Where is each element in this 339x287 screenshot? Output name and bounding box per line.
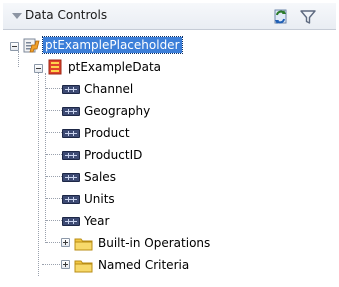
- tree-attribute-product[interactable]: Product: [62, 122, 130, 144]
- tree-folder-named-criteria[interactable]: Named Criteria: [74, 254, 189, 276]
- tree-collection-label: ptExampleData: [68, 60, 162, 74]
- expand-toggle-named-criteria[interactable]: [61, 260, 70, 269]
- collapse-toggle-collection[interactable]: [34, 64, 43, 73]
- collection-icon: [48, 59, 62, 75]
- refresh-button[interactable]: [270, 7, 290, 27]
- tree-connector: [46, 242, 62, 243]
- attribute-icon: [62, 172, 80, 182]
- attribute-icon: [62, 84, 80, 94]
- tree-collection-node[interactable]: ptExampleData: [48, 56, 161, 78]
- attribute-label: Sales: [84, 170, 116, 184]
- refresh-icon: [274, 9, 287, 24]
- attribute-label: Units: [84, 192, 115, 206]
- panel-header: Data Controls: [0, 0, 339, 33]
- tree-folder-builtin-operations[interactable]: Built-in Operations: [74, 232, 210, 254]
- tree-connector: [46, 176, 62, 177]
- tree-root-node[interactable]: ptExamplePlaceholder: [22, 34, 183, 56]
- attribute-icon: [62, 194, 80, 204]
- attribute-label: Channel: [84, 82, 134, 96]
- attribute-label: ProductID: [84, 148, 143, 162]
- folder-label: Named Criteria: [98, 258, 190, 272]
- attribute-label: Product: [84, 126, 130, 140]
- expand-toggle-builtin-operations[interactable]: [61, 238, 70, 247]
- tree-connector: [46, 220, 62, 221]
- attribute-label: Geography: [84, 104, 151, 118]
- attribute-icon: [62, 150, 80, 160]
- tree-attribute-units[interactable]: Units: [62, 188, 115, 210]
- tree-attribute-geography[interactable]: Geography: [62, 100, 150, 122]
- tree-attribute-productid[interactable]: ProductID: [62, 144, 142, 166]
- tree-connector: [46, 132, 62, 133]
- tree-attribute-sales[interactable]: Sales: [62, 166, 116, 188]
- tree-connector: [45, 73, 46, 243]
- tree-connector: [46, 198, 62, 199]
- folder-icon: [74, 260, 93, 272]
- tree-connector: [46, 88, 62, 89]
- tree-connector: [42, 264, 60, 265]
- attribute-icon: [62, 216, 80, 226]
- data-controls-tree: ptExamplePlaceholder ptExampleData Chann…: [0, 33, 339, 287]
- tree-connector: [18, 51, 19, 67]
- attribute-icon: [62, 106, 80, 116]
- folder-icon: [74, 238, 93, 250]
- data-control-icon: [23, 38, 40, 53]
- panel-header-bar: Data Controls: [3, 3, 336, 30]
- filter-button[interactable]: [298, 7, 318, 27]
- tree-connector: [38, 73, 39, 276]
- tree-root-label: ptExamplePlaceholder: [42, 36, 183, 54]
- attribute-label: Year: [84, 214, 110, 228]
- folder-label: Built-in Operations: [98, 236, 211, 250]
- tree-attribute-year[interactable]: Year: [62, 210, 109, 232]
- tree-connector: [46, 154, 62, 155]
- collapse-toggle-root[interactable]: [10, 42, 19, 51]
- tree-connector: [46, 110, 62, 111]
- tree-attribute-channel[interactable]: Channel: [62, 78, 133, 100]
- collapse-triangle-icon[interactable]: [12, 13, 22, 19]
- panel-title: Data Controls: [25, 8, 108, 22]
- filter-icon: [300, 10, 316, 24]
- attribute-icon: [62, 128, 80, 138]
